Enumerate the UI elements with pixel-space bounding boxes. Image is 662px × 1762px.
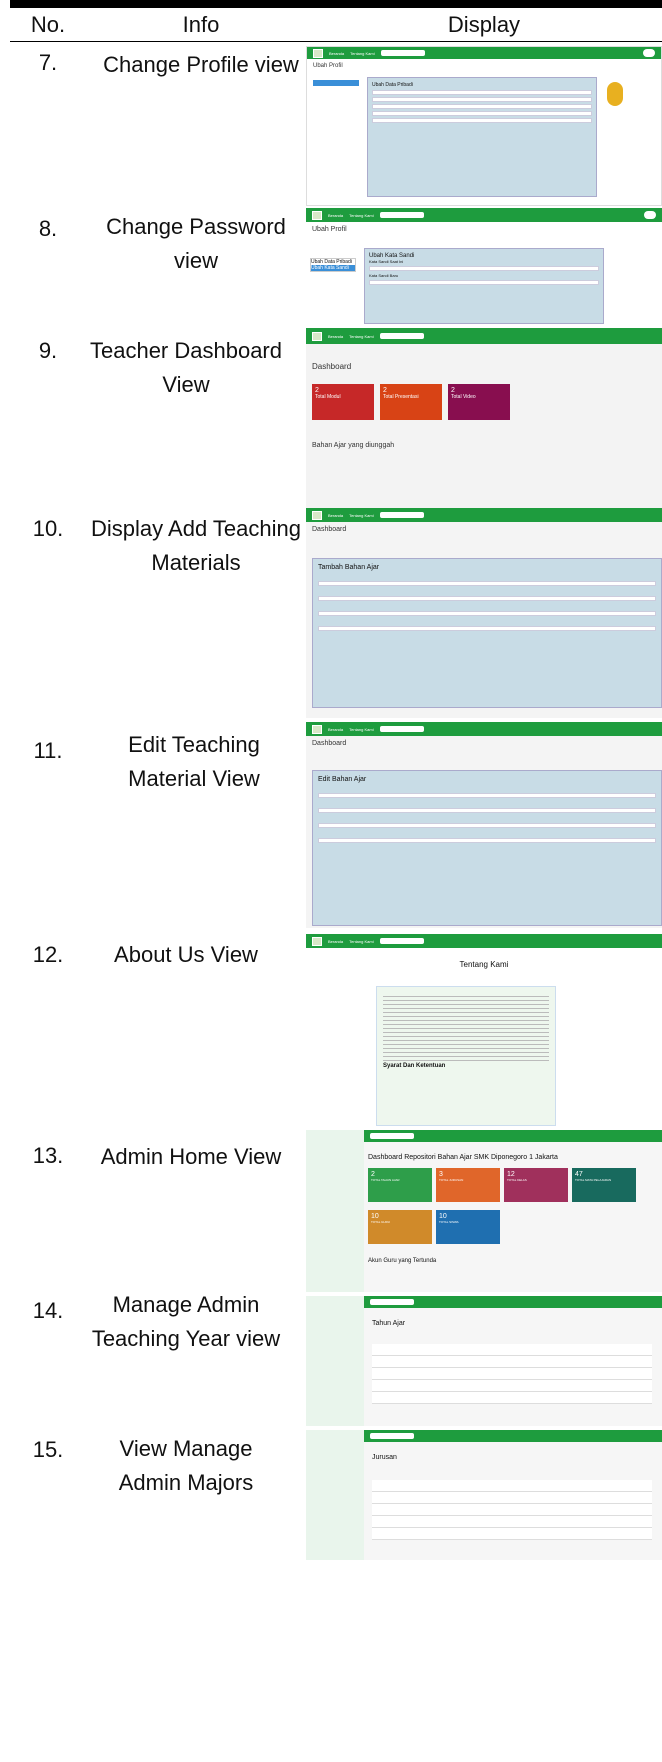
- row-no: 8.: [38, 216, 58, 241]
- header-display: Display: [447, 11, 521, 37]
- row-no: 14.: [32, 1298, 64, 1323]
- screenshot-majors: Jurusan: [306, 1430, 662, 1560]
- row-info: About Us View: [114, 942, 258, 967]
- row-info: View Manage Admin Majors: [118, 1436, 254, 1495]
- screenshot-change-profile: Beranda Tentang Kami Ubah Profil Ubah Dat…: [306, 46, 662, 206]
- table-header: No. Info Display: [10, 0, 662, 42]
- row-no: 7.: [38, 50, 58, 75]
- header-no: No.: [30, 11, 66, 37]
- row-info: Manage Admin Teaching Year view: [91, 1292, 281, 1351]
- row-no: 10.: [32, 516, 64, 541]
- row-no: 11.: [33, 738, 63, 763]
- screenshot-change-password: Beranda Tentang Kami Ubah Profil Ubah Dat…: [306, 208, 662, 326]
- row-no: 15.: [32, 1437, 64, 1462]
- screenshot-admin-home: Dashboard Repositori Bahan Ajar SMK Dipo…: [306, 1130, 662, 1292]
- screenshot-teaching-year: Tahun Ajar: [306, 1296, 662, 1426]
- row-info: Change Profile view: [103, 52, 299, 77]
- row-no: 12.: [32, 942, 64, 967]
- row-no: 13.: [32, 1143, 64, 1168]
- screenshot-edit-material: Beranda Tentang Kami Dashboard Edit Bahan…: [306, 722, 662, 928]
- row-info: Admin Home View: [100, 1144, 282, 1169]
- row-info: Display Add Teaching Materials: [91, 516, 301, 575]
- row-info: Edit Teaching Material View: [128, 732, 260, 791]
- header-info: Info: [182, 11, 220, 37]
- row-info: Teacher Dashboard View: [89, 338, 282, 397]
- row-info: Change Password view: [106, 214, 286, 273]
- screenshot-add-material: Beranda Tentang Kami Dashboard Tambah Bah…: [306, 508, 662, 718]
- screenshot-about-us: Beranda Tentang Kami Tentang Kami Syarat …: [306, 934, 662, 1130]
- row-no: 9.: [38, 338, 58, 363]
- screenshot-teacher-dashboard: Beranda Tentang Kami Dashboard 2 Total Mod…: [306, 328, 662, 508]
